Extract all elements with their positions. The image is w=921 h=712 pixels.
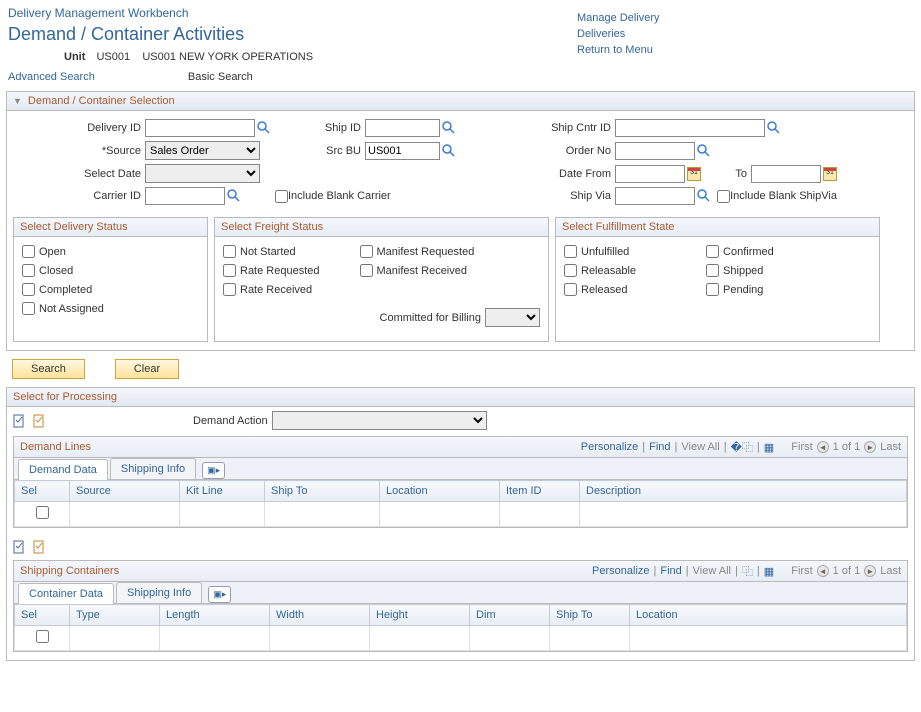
deselect-all-icon[interactable] bbox=[33, 414, 47, 428]
demand-lines-table: Sel Source Kit Line Ship To Location Ite… bbox=[14, 480, 907, 527]
select-date-select[interactable] bbox=[145, 164, 260, 183]
ship-cntr-id-lookup-icon[interactable] bbox=[767, 121, 781, 135]
released-checkbox[interactable] bbox=[564, 283, 577, 296]
src-bu-lookup-icon[interactable] bbox=[442, 144, 456, 158]
manifest-requested-checkbox[interactable] bbox=[360, 245, 373, 258]
selection-panel-title: Demand / Container Selection bbox=[28, 95, 175, 107]
delivery-id-input[interactable] bbox=[145, 119, 255, 137]
tab-shipping-info[interactable]: Shipping Info bbox=[116, 582, 202, 603]
tab-container-data[interactable]: Container Data bbox=[18, 583, 114, 604]
find-link[interactable]: Find bbox=[649, 441, 670, 453]
personalize-link[interactable]: Personalize bbox=[592, 565, 649, 577]
carrier-id-lookup-icon[interactable] bbox=[227, 189, 241, 203]
download-icon[interactable]: ▦ bbox=[764, 565, 774, 578]
fulfillment-state-panel: Select Fulfillment State Unfulfilled Rel… bbox=[555, 217, 880, 342]
committed-billing-select[interactable] bbox=[485, 308, 540, 327]
order-no-input[interactable] bbox=[615, 142, 695, 160]
completed-checkbox[interactable] bbox=[22, 283, 35, 296]
ship-via-input[interactable] bbox=[615, 187, 695, 205]
return-menu-link[interactable]: Return to Menu bbox=[577, 44, 917, 56]
table-row bbox=[15, 626, 907, 651]
next-icon[interactable]: ► bbox=[864, 565, 876, 577]
find-link[interactable]: Find bbox=[660, 565, 681, 577]
tab-demand-data[interactable]: Demand Data bbox=[18, 459, 108, 480]
row-sel-checkbox[interactable] bbox=[36, 506, 49, 519]
selection-panel: ▼ Demand / Container Selection Delivery … bbox=[6, 91, 915, 351]
search-button[interactable]: Search bbox=[12, 359, 85, 379]
date-from-input[interactable] bbox=[615, 165, 685, 183]
basic-search-label: Basic Search bbox=[188, 71, 253, 83]
order-no-lookup-icon[interactable] bbox=[697, 144, 711, 158]
carrier-id-input[interactable] bbox=[145, 187, 225, 205]
source-select[interactable]: Sales Order bbox=[145, 141, 260, 160]
prev-icon[interactable]: ◄ bbox=[817, 565, 829, 577]
download-icon[interactable]: ▦ bbox=[764, 441, 774, 454]
rate-received-checkbox[interactable] bbox=[223, 283, 236, 296]
show-all-tabs-icon[interactable]: ▣▸ bbox=[208, 586, 231, 603]
table-row bbox=[15, 502, 907, 527]
delivery-id-lookup-icon[interactable] bbox=[257, 121, 271, 135]
include-blank-carrier-checkbox[interactable] bbox=[275, 190, 288, 203]
deliveries-link[interactable]: Deliveries bbox=[577, 28, 917, 40]
ship-cntr-id-input[interactable] bbox=[615, 119, 765, 137]
unit-row: Unit US001 US001 NEW YORK OPERATIONS bbox=[4, 47, 577, 67]
show-all-tabs-icon[interactable]: ▣▸ bbox=[202, 462, 225, 479]
select-all-icon[interactable] bbox=[13, 540, 27, 554]
clear-button[interactable]: Clear bbox=[115, 359, 179, 379]
breadcrumb: Delivery Management Workbench bbox=[4, 4, 577, 22]
date-to-input[interactable] bbox=[751, 165, 821, 183]
next-icon[interactable]: ► bbox=[864, 441, 876, 453]
demand-lines-panel: Demand Lines Personalize | Find | View A… bbox=[13, 436, 908, 528]
deselect-all-icon[interactable] bbox=[33, 540, 47, 554]
closed-checkbox[interactable] bbox=[22, 264, 35, 277]
row-sel-checkbox[interactable] bbox=[36, 630, 49, 643]
personalize-link[interactable]: Personalize bbox=[581, 441, 638, 453]
shipped-checkbox[interactable] bbox=[706, 264, 719, 277]
not-assigned-checkbox[interactable] bbox=[22, 302, 35, 315]
ship-id-lookup-icon[interactable] bbox=[442, 121, 456, 135]
unfulfilled-checkbox[interactable] bbox=[564, 245, 577, 258]
tab-shipping-info[interactable]: Shipping Info bbox=[110, 458, 196, 479]
page-title: Demand / Container Activities bbox=[4, 22, 577, 47]
date-to-cal-icon[interactable]: 31 bbox=[823, 167, 837, 181]
shipping-containers-panel: Shipping Containers Personalize | Find |… bbox=[13, 560, 908, 652]
manage-delivery-link[interactable]: Manage Delivery bbox=[577, 12, 917, 24]
rate-requested-checkbox[interactable] bbox=[223, 264, 236, 277]
select-all-icon[interactable] bbox=[13, 414, 27, 428]
date-from-cal-icon[interactable]: 31 bbox=[687, 167, 701, 181]
include-blank-shipvia-checkbox[interactable] bbox=[717, 190, 730, 203]
view-all-link[interactable]: View All bbox=[693, 565, 731, 577]
not-started-checkbox[interactable] bbox=[223, 245, 236, 258]
view-all-link[interactable]: View All bbox=[681, 441, 719, 453]
manifest-received-checkbox[interactable] bbox=[360, 264, 373, 277]
processing-section: Select for Processing Demand Action Dema… bbox=[6, 387, 915, 661]
advanced-search-link[interactable]: Advanced Search bbox=[8, 71, 95, 83]
releasable-checkbox[interactable] bbox=[564, 264, 577, 277]
shipping-containers-table: Sel Type Length Width Height Dim Ship To… bbox=[14, 604, 907, 651]
ship-id-input[interactable] bbox=[365, 119, 440, 137]
prev-icon[interactable]: ◄ bbox=[817, 441, 829, 453]
freight-status-panel: Select Freight Status Not Started Rate R… bbox=[214, 217, 549, 342]
confirmed-checkbox[interactable] bbox=[706, 245, 719, 258]
pending-checkbox[interactable] bbox=[706, 283, 719, 296]
demand-action-select[interactable] bbox=[272, 411, 487, 430]
delivery-status-panel: Select Delivery Status Open Closed Compl… bbox=[13, 217, 208, 342]
collapse-icon[interactable]: ▼ bbox=[13, 96, 22, 106]
ship-via-lookup-icon[interactable] bbox=[697, 189, 711, 203]
zoom-icon[interactable]: �⿻ bbox=[731, 439, 753, 455]
zoom-icon[interactable]: ⿻ bbox=[742, 563, 753, 579]
src-bu-input[interactable] bbox=[365, 142, 440, 160]
open-checkbox[interactable] bbox=[22, 245, 35, 258]
